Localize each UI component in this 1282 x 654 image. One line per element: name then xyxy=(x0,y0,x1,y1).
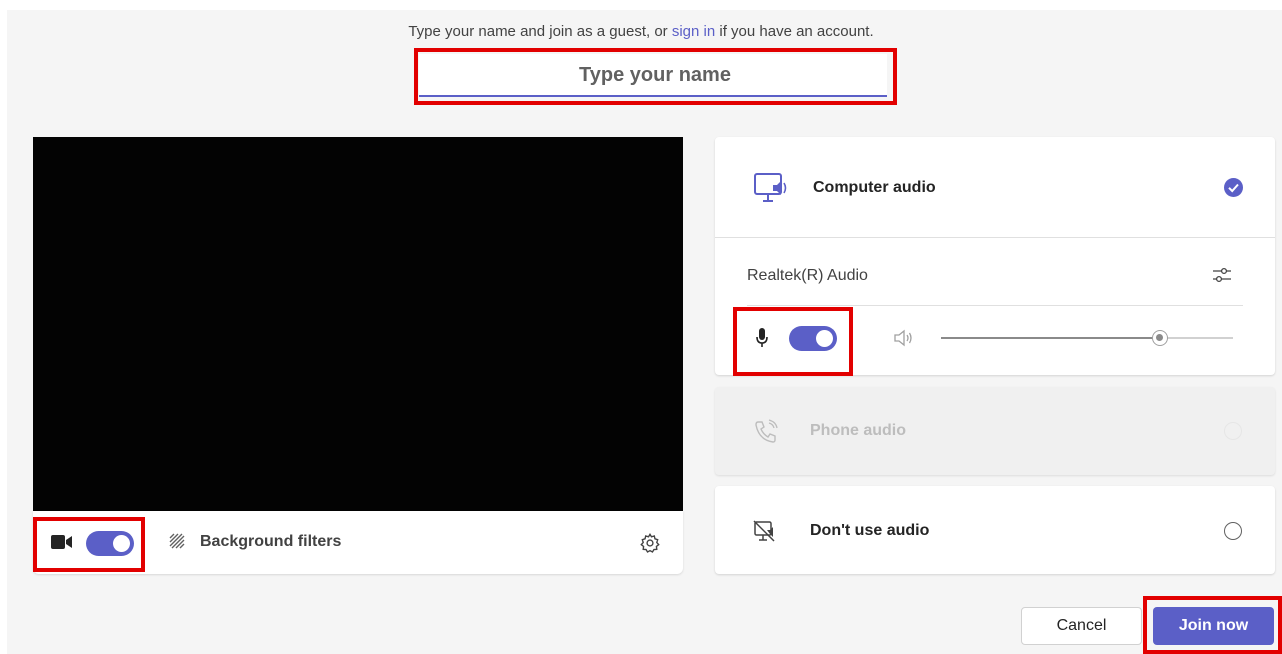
volume-slider-thumb[interactable] xyxy=(1152,330,1168,346)
no-audio-radio[interactable] xyxy=(1224,522,1242,540)
microphone-toggle[interactable] xyxy=(789,326,837,351)
computer-audio-label: Computer audio xyxy=(813,179,936,196)
instructions-text-after: if you have an account. xyxy=(715,23,874,40)
no-audio-label: Don't use audio xyxy=(810,522,930,539)
audio-device-name[interactable]: Realtek(R) Audio xyxy=(747,267,868,285)
phone-audio-radio xyxy=(1224,422,1242,440)
cancel-button[interactable]: Cancel xyxy=(1021,607,1142,645)
phone-audio-icon xyxy=(755,419,778,443)
no-audio-option[interactable]: Don't use audio xyxy=(715,486,1275,574)
volume-slider-fill xyxy=(941,337,1160,339)
phone-audio-label: Phone audio xyxy=(810,422,906,439)
speaker-volume-icon xyxy=(894,329,912,347)
no-audio-icon xyxy=(753,520,775,542)
computer-audio-icon xyxy=(754,173,787,202)
name-input[interactable] xyxy=(419,54,891,97)
computer-audio-option[interactable]: Computer audio xyxy=(715,137,1275,237)
device-divider xyxy=(747,305,1243,306)
camera-toggle[interactable] xyxy=(86,531,134,556)
card-divider xyxy=(715,237,1275,238)
device-settings-sliders-icon[interactable] xyxy=(1211,265,1233,285)
join-instructions: Type your name and join as a guest, or s… xyxy=(0,23,1282,40)
camera-icon xyxy=(51,535,72,549)
background-filters-icon xyxy=(169,533,185,549)
background-filters-button[interactable]: Background filters xyxy=(200,533,341,551)
name-field[interactable] xyxy=(419,54,891,97)
settings-gear-icon[interactable] xyxy=(639,532,661,554)
video-controls-bar: Background filters xyxy=(33,511,683,574)
join-now-button[interactable]: Join now xyxy=(1153,607,1274,645)
volume-slider[interactable] xyxy=(941,329,1233,347)
video-preview xyxy=(33,137,683,511)
phone-audio-option: Phone audio xyxy=(715,387,1275,475)
instructions-text-before: Type your name and join as a guest, or xyxy=(408,23,672,40)
microphone-icon xyxy=(756,328,768,347)
computer-audio-check-icon xyxy=(1224,178,1243,197)
sign-in-link[interactable]: sign in xyxy=(672,23,715,40)
